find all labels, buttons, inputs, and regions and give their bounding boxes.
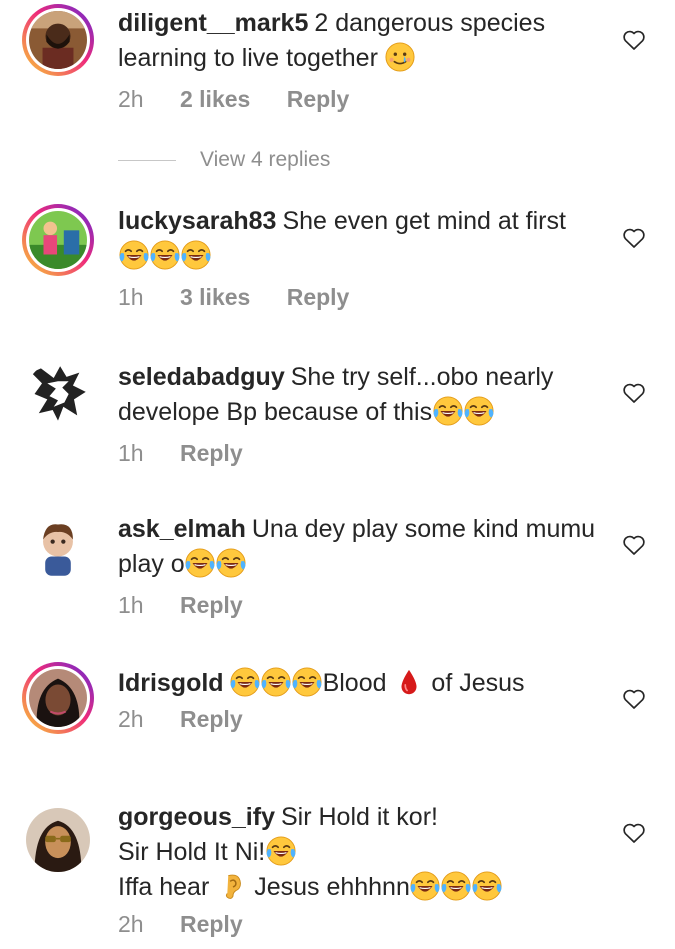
comment-text: Jesus ehhhnn xyxy=(254,873,410,901)
comment-username[interactable]: gorgeous_ify xyxy=(118,803,275,831)
comment-text: Blood xyxy=(322,669,387,697)
avatar[interactable] xyxy=(22,662,94,734)
comment-username[interactable]: diligent__mark5 xyxy=(118,9,308,37)
laugh-emoji-icon xyxy=(410,871,440,901)
comment-meta: 1h Reply xyxy=(118,590,598,620)
comment-username[interactable]: Idrisgold xyxy=(118,669,224,697)
laugh-emoji-icon xyxy=(216,548,246,578)
laugh-emoji-icon xyxy=(261,667,291,697)
reply-button[interactable]: Reply xyxy=(180,592,243,618)
avatar[interactable] xyxy=(22,358,94,430)
comment-likes[interactable]: 3 likes xyxy=(180,284,250,310)
avatar[interactable] xyxy=(22,804,94,876)
comment-username[interactable]: ask_elmah xyxy=(118,515,246,543)
comment-text: of Jesus xyxy=(431,669,525,697)
comment-meta: 2h Reply xyxy=(118,909,598,939)
reply-button[interactable]: Reply xyxy=(287,86,350,112)
reply-button[interactable]: Reply xyxy=(287,284,350,310)
comment-username[interactable]: luckysarah83 xyxy=(118,207,276,235)
comment-text: Sir Hold it kor! xyxy=(280,803,438,831)
comment-time: 1h xyxy=(118,440,144,466)
comment-text: She even get mind at first xyxy=(282,207,566,235)
avatar[interactable] xyxy=(22,204,94,276)
laugh-emoji-icon xyxy=(181,240,211,270)
comment-meta: 1h 3 likes Reply xyxy=(118,282,598,312)
comment-time: 2h xyxy=(118,86,144,112)
laugh-emoji-icon xyxy=(292,667,322,697)
comment-time: 2h xyxy=(118,911,144,937)
laugh-emoji-icon xyxy=(433,396,463,426)
laugh-emoji-icon xyxy=(266,836,296,866)
reply-button[interactable]: Reply xyxy=(180,911,243,937)
heart-icon[interactable] xyxy=(622,227,646,249)
laugh-emoji-icon xyxy=(441,871,471,901)
reply-button[interactable]: Reply xyxy=(180,706,243,732)
comment-time: 2h xyxy=(118,706,144,732)
avatar[interactable] xyxy=(22,512,94,584)
view-replies-label[interactable]: View 4 replies xyxy=(200,148,330,172)
comment-meta: 1h Reply xyxy=(118,438,598,468)
laugh-emoji-icon xyxy=(150,240,180,270)
heart-icon[interactable] xyxy=(622,29,646,51)
heart-icon[interactable] xyxy=(622,688,646,710)
comment-meta: 2h Reply xyxy=(118,704,598,734)
smiling-face-with-tear-icon xyxy=(385,42,415,72)
comment-username[interactable]: seledabadguy xyxy=(118,363,285,391)
comment-text: Sir Hold It Ni! xyxy=(118,838,266,866)
laugh-emoji-icon xyxy=(119,240,149,270)
reply-button[interactable]: Reply xyxy=(180,440,243,466)
comment-likes[interactable]: 2 likes xyxy=(180,86,250,112)
ear-icon xyxy=(217,871,247,901)
avatar[interactable] xyxy=(22,4,94,76)
view-replies-button[interactable]: View 4 replies xyxy=(118,145,330,175)
blood-drop-icon xyxy=(394,667,424,697)
heart-icon[interactable] xyxy=(622,534,646,556)
comment-text: Iffa hear xyxy=(118,873,210,901)
laugh-emoji-icon xyxy=(464,396,494,426)
comment-time: 1h xyxy=(118,284,144,310)
comment-time: 1h xyxy=(118,592,144,618)
laugh-emoji-icon xyxy=(472,871,502,901)
heart-icon[interactable] xyxy=(622,822,646,844)
laugh-emoji-icon xyxy=(230,667,260,697)
comment-meta: 2h 2 likes Reply xyxy=(118,84,598,114)
heart-icon[interactable] xyxy=(622,382,646,404)
divider xyxy=(118,159,176,161)
laugh-emoji-icon xyxy=(185,548,215,578)
